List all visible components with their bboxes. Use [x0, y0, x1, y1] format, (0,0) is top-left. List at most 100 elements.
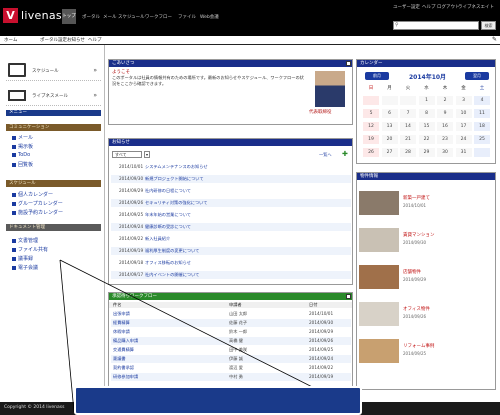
menu-link-meeting[interactable]: 電子会議	[12, 264, 38, 271]
subbar-portal-settings[interactable]: ポータル設定	[40, 37, 67, 43]
calendar-day[interactable]: 12	[363, 122, 379, 131]
notice-title[interactable]: システムメンテナンスのお知らせ	[145, 163, 208, 171]
chevron-down-icon[interactable]: ▾	[144, 151, 150, 158]
calendar-day[interactable]: 15	[418, 122, 435, 131]
gallery-item[interactable]: 店舗物件 2014/09/29	[357, 261, 495, 293]
notice-title[interactable]: 新入社員紹介	[145, 235, 170, 243]
workflow-row[interactable]: 交通費精算 田中 美咲 2014/09/25	[111, 346, 351, 354]
notice-title[interactable]: 健康診断の受診について	[145, 223, 191, 231]
workflow-row[interactable]: 契約書承認 渡辺 愛 2014/09/22	[111, 364, 351, 372]
top-link-company[interactable]: ライブネスエイト	[458, 4, 494, 10]
calendar-day[interactable]: 29	[418, 148, 435, 157]
prev-month-button[interactable]: 前月	[365, 72, 389, 80]
calendar-day[interactable]: 2	[437, 96, 453, 105]
notice-row[interactable]: 2014/09/17 社内イベントの開催について	[111, 271, 351, 279]
calendar-day[interactable]: 25	[474, 135, 490, 144]
property-photo[interactable]	[359, 191, 399, 215]
gallery-title[interactable]: 賃貸マンション	[403, 232, 435, 238]
menu-link-file-share[interactable]: ファイル共有	[12, 246, 48, 253]
top-link-settings[interactable]: ユーザー設定	[393, 4, 420, 10]
calendar-day[interactable]: 1	[418, 96, 435, 105]
notice-row[interactable]: 2014/09/19 福利厚生制度の変更について	[111, 247, 351, 255]
menu-link-personal-calendar[interactable]: 個人カレンダー	[12, 191, 53, 198]
calendar-day[interactable]: 31	[455, 148, 472, 157]
notice-title[interactable]: 新規プロジェクト開始について	[145, 175, 204, 183]
notice-row[interactable]: 2014/09/29 社内研修の日程について	[111, 187, 351, 195]
brand-name[interactable]: livenass	[21, 8, 68, 23]
workflow-subject[interactable]: 交通費精算	[113, 346, 134, 354]
calendar-day[interactable]: 19	[363, 135, 379, 144]
gallery-title[interactable]: 店舗物件	[403, 269, 421, 275]
notice-row[interactable]: 2014/09/22 新入社員紹介	[111, 235, 351, 243]
menu-link-board[interactable]: 掲示板	[12, 143, 33, 150]
search-button[interactable]: 検索	[481, 21, 496, 30]
gallery-item[interactable]: 新築一戸建て 2014/10/01	[357, 187, 495, 219]
property-photo[interactable]	[359, 339, 399, 363]
calendar-day[interactable]: 3	[455, 96, 472, 105]
property-photo[interactable]	[359, 265, 399, 289]
notice-title[interactable]: セキュリティ対策の強化について	[145, 199, 207, 207]
gallery-item[interactable]: オフィス物件 2014/09/26	[357, 298, 495, 330]
workflow-subject[interactable]: 研修参加申請	[113, 373, 138, 381]
calendar-day[interactable]: 26	[363, 148, 379, 157]
calendar-day[interactable]: 11	[474, 109, 490, 118]
calendar-day[interactable]: 5	[363, 109, 379, 118]
calendar-day[interactable]: 18	[474, 122, 490, 131]
menu-link-group-calendar[interactable]: グループカレンダー	[12, 200, 63, 207]
calendar-day[interactable]: 7	[400, 109, 416, 118]
notice-row[interactable]: 2014/09/18 オフィス移転のお知らせ	[111, 259, 351, 267]
calendar-day[interactable]: 6	[381, 109, 398, 118]
section-header-communication[interactable]: コミュニケーション	[6, 124, 101, 131]
next-month-button[interactable]: 翌月	[465, 72, 489, 80]
section-header-documents[interactable]: ドキュメント管理	[6, 224, 101, 231]
workflow-row[interactable]: 備品購入申請 高橋 健 2014/09/26	[111, 337, 351, 345]
nav-tab-top[interactable]: トップ	[62, 9, 76, 24]
calendar-day[interactable]: 28	[400, 148, 416, 157]
notice-row[interactable]: 2014/09/30 新規プロジェクト開始について	[111, 175, 351, 183]
section-header-schedule[interactable]: スケジュール	[6, 180, 101, 187]
calendar-day[interactable]: 20	[381, 135, 398, 144]
calendar-day[interactable]	[363, 96, 379, 105]
menu-link-todo[interactable]: ToDo	[12, 152, 30, 158]
add-icon[interactable]: ✚	[342, 150, 348, 158]
workflow-subject[interactable]: 出張申請	[113, 310, 130, 318]
workflow-row[interactable]: 研修参加申請 中村 勇 2014/09/19	[111, 373, 351, 381]
calendar-day[interactable]: 13	[381, 122, 398, 131]
calendar-day[interactable]: 22	[418, 135, 435, 144]
calendar-day[interactable]: 30	[437, 148, 453, 157]
search-input[interactable]: ⚲	[393, 21, 479, 30]
calendar-day[interactable]: 9	[437, 109, 453, 118]
calendar-day[interactable]	[381, 96, 398, 105]
menu-link-minutes[interactable]: 議事録	[12, 255, 33, 262]
property-photo[interactable]	[359, 302, 399, 326]
calendar-day[interactable]: 16	[437, 122, 453, 131]
nav-tab-portal[interactable]: ポータル	[82, 14, 100, 20]
notice-title[interactable]: 年末年始の営業について	[145, 211, 191, 219]
close-icon[interactable]	[346, 294, 351, 299]
pen-icon[interactable]: ✎	[492, 36, 497, 43]
notice-more-link[interactable]: 一覧へ	[319, 152, 332, 158]
nav-tab-file[interactable]: ファイル	[178, 14, 196, 20]
gallery-title[interactable]: リフォーム事例	[403, 343, 434, 349]
calendar-day[interactable]	[400, 96, 416, 105]
workflow-subject[interactable]: 稟議書	[113, 355, 126, 363]
nav-tab-workflow[interactable]: ワークフロー	[145, 14, 172, 20]
workflow-subject[interactable]: 休暇申請	[113, 328, 130, 336]
notice-title[interactable]: 福利厚生制度の変更について	[145, 247, 199, 255]
calendar-day[interactable]: 21	[400, 135, 416, 144]
menu-link-doc-management[interactable]: 文書管理	[12, 237, 38, 244]
workflow-subject[interactable]: 備品購入申請	[113, 337, 138, 345]
nav-tab-webmeeting[interactable]: Web会議	[200, 14, 219, 20]
calendar-day[interactable]: 4	[474, 96, 490, 105]
workflow-subject[interactable]: 契約書承認	[113, 364, 134, 372]
calendar-day[interactable]: 8	[418, 109, 435, 118]
logo-icon[interactable]: V	[3, 8, 18, 23]
nav-tab-schedule[interactable]: スケジュール	[118, 14, 145, 20]
calendar-day[interactable]: 23	[437, 135, 453, 144]
menu-link-facility-calendar[interactable]: 施設予約カレンダー	[12, 209, 63, 216]
gallery-title[interactable]: 新築一戸建て	[403, 195, 430, 201]
notice-row[interactable]: 2014/09/24 健康診断の受診について	[111, 223, 351, 231]
calendar-day[interactable]: 17	[455, 122, 472, 131]
calendar-day[interactable]: 10	[455, 109, 472, 118]
subbar-home[interactable]: ホーム	[4, 37, 17, 43]
